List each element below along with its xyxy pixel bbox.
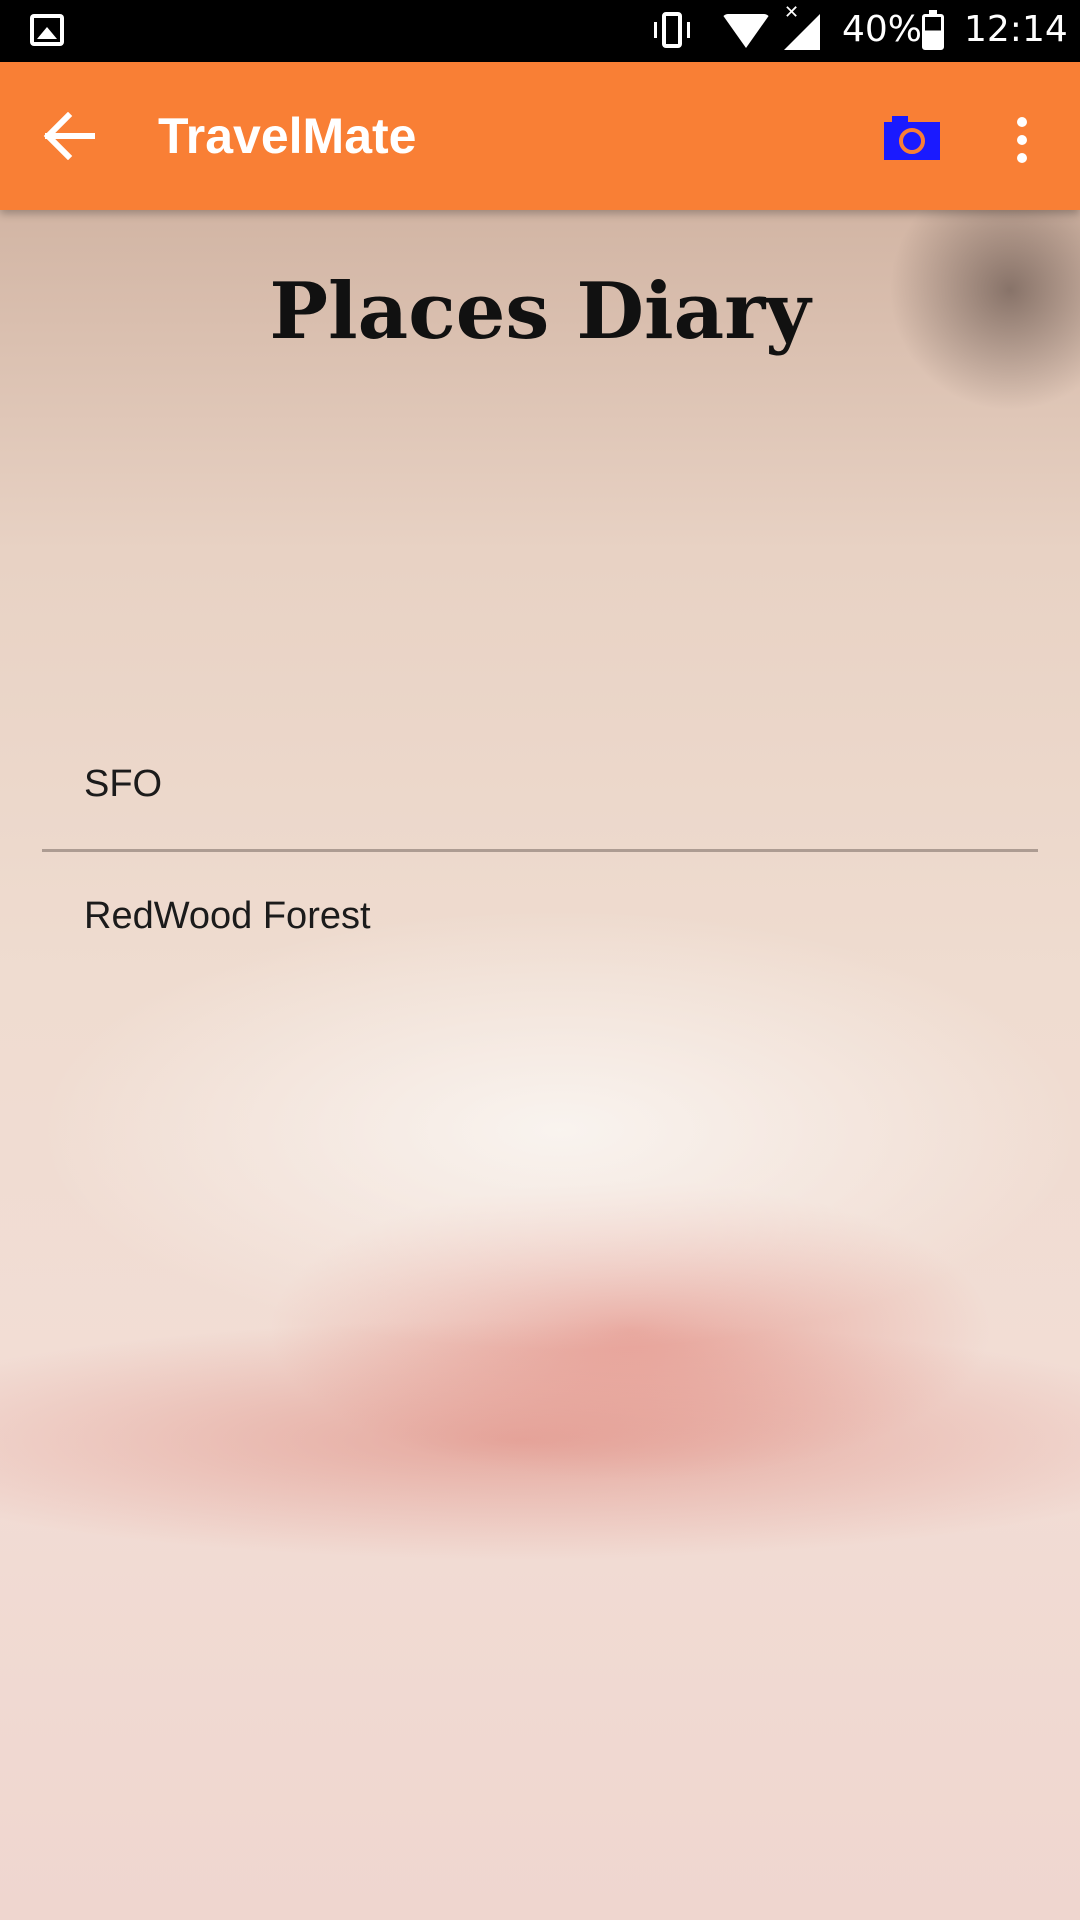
places-list: SFO RedWood Forest bbox=[42, 720, 1038, 981]
vibrate-icon bbox=[654, 12, 690, 48]
page-title: Places Diary bbox=[269, 266, 811, 357]
gallery-notification-icon bbox=[30, 14, 64, 46]
app-bar: TravelMate bbox=[0, 62, 1080, 210]
camera-icon[interactable] bbox=[884, 116, 940, 160]
battery-percent: 40% bbox=[842, 9, 923, 50]
diary-background: Places Diary SFO RedWood Forest bbox=[0, 210, 1080, 1920]
list-item-redwood-forest[interactable]: RedWood Forest bbox=[42, 852, 1038, 981]
list-item-sfo[interactable]: SFO bbox=[42, 720, 1038, 849]
wifi-icon bbox=[722, 14, 770, 48]
status-bar: ✕ 40% 12:14 bbox=[0, 0, 1080, 62]
app-title: TravelMate bbox=[158, 108, 417, 164]
overflow-menu-icon[interactable] bbox=[1002, 114, 1042, 166]
signal-no-data-icon: ✕ bbox=[784, 2, 800, 23]
battery-icon bbox=[922, 10, 944, 50]
clock: 12:14 bbox=[964, 9, 1068, 50]
back-arrow-icon[interactable] bbox=[42, 111, 98, 161]
